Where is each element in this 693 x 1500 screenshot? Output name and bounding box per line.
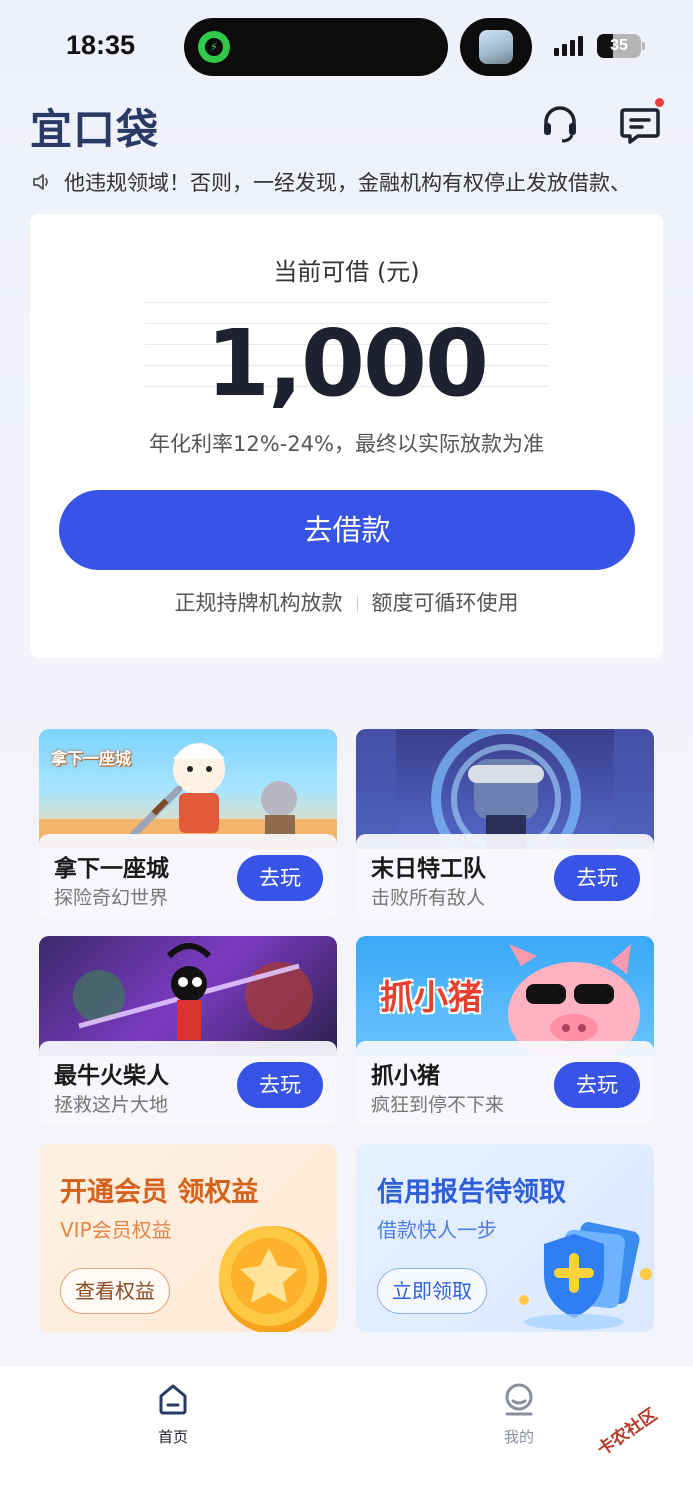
- play-button[interactable]: 去玩: [237, 855, 323, 901]
- vip-title: 开通会员 领权益: [60, 1177, 259, 1208]
- profile-icon: [505, 1383, 533, 1416]
- game-title: 最牛火柴人: [54, 1063, 169, 1089]
- view-benefits-button[interactable]: 查看权益: [60, 1268, 170, 1314]
- play-button[interactable]: 去玩: [554, 1062, 640, 1108]
- game-title: 抓小猪: [371, 1063, 440, 1089]
- game-info-panel: 拿下一座城 探险奇幻世界 去玩: [39, 834, 337, 919]
- notice-text: 他违规领域！否则，一经发现，金融机构有权停止发放借款、: [64, 171, 631, 195]
- game-subtitle: 疯狂到停不下来: [371, 1094, 505, 1116]
- coin-star-icon: [219, 1226, 327, 1332]
- borrow-button[interactable]: 去借款: [59, 490, 635, 570]
- unread-badge: [655, 98, 664, 107]
- credit-report-card[interactable]: 信用报告待领取 借款快人一步 立即领取: [356, 1144, 654, 1332]
- game-subtitle: 探险奇幻世界: [54, 887, 169, 909]
- game-card-take-city[interactable]: 拿下一座城 拿下一座城 探险奇幻世界 去玩: [39, 729, 337, 919]
- available-credit-label: 当前可借 (元): [273, 258, 420, 286]
- vip-subtitle: VIP会员权益: [60, 1218, 172, 1242]
- game-subtitle: 击败所有敌人: [371, 887, 486, 909]
- game-info-panel: 最牛火柴人 拯救这片大地 去玩: [39, 1041, 337, 1126]
- licensed-lender-text: 正规持牌机构放款: [174, 591, 343, 615]
- play-button[interactable]: 去玩: [237, 1062, 323, 1108]
- battery-level: 35: [610, 37, 628, 54]
- status-time: 18:35: [66, 30, 136, 60]
- game-art-catch-pig: 抓小猪: [356, 936, 654, 1066]
- game-info-panel: 末日特工队 击败所有敌人 去玩: [356, 834, 654, 919]
- game-card-doomsday-squad[interactable]: 末日特工队 击败所有敌人 去玩: [356, 729, 654, 919]
- headset-icon[interactable]: [538, 102, 582, 146]
- nav-profile-label: 我的: [503, 1428, 534, 1446]
- nav-home[interactable]: 首页: [123, 1382, 223, 1447]
- loan-footer: 正规持牌机构放款 额度可循环使用: [30, 587, 663, 617]
- credit-title: 信用报告待领取: [377, 1177, 566, 1208]
- speaker-icon: [33, 174, 48, 190]
- game-card-catch-pig[interactable]: 抓小猪 抓小猪 疯狂到停不下来 去玩: [356, 936, 654, 1126]
- notice-bar: 他违规领域！否则，一经发现，金融机构有权停止发放借款、: [30, 164, 690, 200]
- vip-promo-card[interactable]: 开通会员 领权益 VIP会员权益 查看权益: [39, 1144, 337, 1332]
- play-button[interactable]: 去玩: [554, 855, 640, 901]
- live-activity-thumbnail: [460, 18, 532, 76]
- game-card-stickman[interactable]: 最牛火柴人 拯救这片大地 去玩: [39, 936, 337, 1126]
- nav-profile[interactable]: 我的: [469, 1382, 569, 1447]
- credit-subtitle: 借款快人一步: [377, 1218, 497, 1242]
- loan-card: 当前可借 (元) 1,000 年化利率12%-24%，最终以实际放款为准 去借款…: [30, 214, 663, 658]
- battery-icon: 35: [597, 34, 641, 58]
- credit-amount: 1,000: [205, 310, 489, 417]
- app-logo: 宜口袋: [30, 105, 160, 154]
- game-subtitle: 拯救这片大地: [54, 1094, 169, 1116]
- message-icon[interactable]: [618, 98, 664, 146]
- game-title: 拿下一座城: [54, 856, 169, 882]
- claim-now-button[interactable]: 立即领取: [377, 1268, 487, 1314]
- signal-icon: [554, 36, 583, 56]
- game-logo-text: 抓小猪: [380, 978, 482, 1018]
- game-art-stickman: [39, 936, 337, 1056]
- status-bar: 18:35 ⚡ 35: [0, 0, 693, 90]
- home-icon: [159, 1384, 187, 1415]
- game-info-panel: 抓小猪 疯狂到停不下来 去玩: [356, 1041, 654, 1126]
- game-art-take-city: 拿下一座城: [39, 729, 337, 849]
- nav-home-label: 首页: [157, 1428, 188, 1446]
- game-logo-text: 拿下一座城: [51, 749, 132, 768]
- shield-icon: [519, 1222, 652, 1330]
- game-art-doomsday-squad: [356, 729, 654, 874]
- game-title: 末日特工队: [371, 856, 486, 882]
- revolving-credit-text: 额度可循环使用: [371, 591, 519, 615]
- interest-rate-text: 年化利率12%-24%，最终以实际放款为准: [149, 432, 544, 456]
- bottom-navigation: 首页 我的: [0, 1366, 693, 1500]
- activity-indicator-icon: ⚡: [198, 31, 230, 63]
- dynamic-island: ⚡: [184, 18, 448, 76]
